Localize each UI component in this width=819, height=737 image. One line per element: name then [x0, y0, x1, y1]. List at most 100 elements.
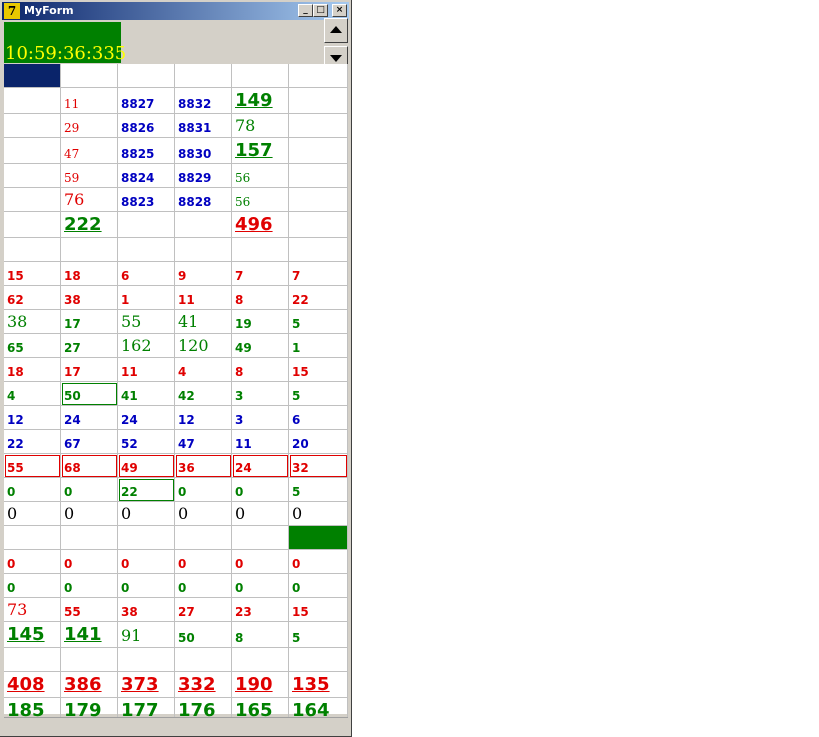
grid-cell[interactable]: [118, 526, 175, 550]
grid-cell[interactable]: 9: [175, 262, 232, 286]
grid-cell[interactable]: 27: [61, 334, 118, 358]
grid-cell[interactable]: 5: [289, 382, 348, 406]
grid-cell[interactable]: 11: [175, 286, 232, 310]
grid-cell[interactable]: [175, 64, 232, 88]
grid-cell[interactable]: 8: [232, 358, 289, 382]
grid-cell[interactable]: 24: [61, 406, 118, 430]
grid-cell[interactable]: 149: [232, 88, 289, 114]
grid-cell[interactable]: [175, 238, 232, 262]
grid-cell[interactable]: 91: [118, 622, 175, 648]
grid-cell[interactable]: 78: [232, 114, 289, 138]
grid-cell[interactable]: 12: [175, 406, 232, 430]
grid-cell[interactable]: 6: [118, 262, 175, 286]
grid-cell[interactable]: [175, 526, 232, 550]
grid-cell[interactable]: 18: [4, 358, 61, 382]
grid-cell[interactable]: 1: [118, 286, 175, 310]
close-button[interactable]: ×: [332, 4, 347, 17]
grid-cell[interactable]: [118, 648, 175, 672]
maximize-button[interactable]: □: [313, 4, 328, 17]
grid-cell[interactable]: 8827: [118, 88, 175, 114]
grid-cell[interactable]: [289, 138, 348, 164]
grid-cell[interactable]: 55: [61, 598, 118, 622]
grid-cell[interactable]: [289, 164, 348, 188]
grid-cell[interactable]: 332: [175, 672, 232, 698]
grid-cell[interactable]: 0: [232, 502, 289, 526]
grid-cell[interactable]: 0: [175, 550, 232, 574]
grid-cell[interactable]: [4, 212, 61, 238]
grid-cell[interactable]: [289, 212, 348, 238]
grid-cell[interactable]: 55: [4, 454, 61, 478]
grid-cell[interactable]: 12: [4, 406, 61, 430]
grid-cell[interactable]: 496: [232, 212, 289, 238]
grid-cell[interactable]: 67: [61, 430, 118, 454]
grid-cell[interactable]: 0: [4, 478, 61, 502]
grid-cell[interactable]: 0: [232, 574, 289, 598]
grid-cell[interactable]: 23: [232, 598, 289, 622]
grid-cell[interactable]: 36: [175, 454, 232, 478]
grid-cell[interactable]: [289, 648, 348, 672]
grid-cell[interactable]: 47: [175, 430, 232, 454]
grid-cell[interactable]: [232, 526, 289, 550]
grid-cell[interactable]: 1: [289, 334, 348, 358]
grid-cell[interactable]: [61, 64, 118, 88]
data-grid[interactable]: 11 8827 8832 149 29 8826 8831 78 47 8825 8830 157 59…: [4, 64, 348, 724]
grid-cell[interactable]: [4, 114, 61, 138]
grid-cell[interactable]: 68: [61, 454, 118, 478]
grid-cell[interactable]: [118, 212, 175, 238]
grid-cell[interactable]: 8823: [118, 188, 175, 212]
grid-cell[interactable]: 0: [61, 478, 118, 502]
grid-cell[interactable]: [175, 212, 232, 238]
grid-cell[interactable]: 65: [4, 334, 61, 358]
grid-cell[interactable]: 408: [4, 672, 61, 698]
grid-cell[interactable]: [4, 238, 61, 262]
grid-cell[interactable]: 50: [61, 382, 118, 406]
grid-cell[interactable]: 4: [4, 382, 61, 406]
grid-cell[interactable]: 8830: [175, 138, 232, 164]
grid-cell[interactable]: 41: [118, 382, 175, 406]
grid-cell[interactable]: [4, 64, 61, 88]
grid-cell[interactable]: [289, 238, 348, 262]
grid-cell[interactable]: [61, 648, 118, 672]
grid-cell[interactable]: [232, 238, 289, 262]
grid-cell[interactable]: 0: [4, 502, 61, 526]
grid-cell[interactable]: 56: [232, 188, 289, 212]
grid-cell[interactable]: 373: [118, 672, 175, 698]
grid-cell[interactable]: 135: [289, 672, 348, 698]
grid-cell[interactable]: [289, 114, 348, 138]
grid-cell[interactable]: [61, 526, 118, 550]
grid-cell[interactable]: 11: [61, 88, 118, 114]
grid-cell[interactable]: 0: [61, 502, 118, 526]
grid-cell[interactable]: 162: [118, 334, 175, 358]
grid-cell[interactable]: 0: [289, 550, 348, 574]
grid-cell[interactable]: 5: [289, 478, 348, 502]
grid-cell[interactable]: 5: [289, 622, 348, 648]
grid-cell[interactable]: 8: [232, 286, 289, 310]
grid-cell[interactable]: 6: [289, 406, 348, 430]
grid-cell[interactable]: [4, 88, 61, 114]
grid-cell[interactable]: 19: [232, 310, 289, 334]
grid-cell[interactable]: 222: [61, 212, 118, 238]
grid-cell[interactable]: [4, 526, 61, 550]
grid-cell[interactable]: 0: [175, 574, 232, 598]
grid-cell[interactable]: [4, 648, 61, 672]
grid-cell[interactable]: 11: [232, 430, 289, 454]
grid-cell[interactable]: 76: [61, 188, 118, 212]
grid-cell[interactable]: [118, 64, 175, 88]
grid-cell[interactable]: 18: [61, 262, 118, 286]
grid-cell[interactable]: 8829: [175, 164, 232, 188]
grid-cell[interactable]: 0: [118, 550, 175, 574]
grid-cell[interactable]: 24: [232, 454, 289, 478]
grid-cell[interactable]: 29: [61, 114, 118, 138]
grid-cell[interactable]: [4, 188, 61, 212]
grid-cell[interactable]: 11: [118, 358, 175, 382]
grid-cell[interactable]: 8826: [118, 114, 175, 138]
minimize-button[interactable]: _: [298, 4, 313, 17]
grid-cell[interactable]: 120: [175, 334, 232, 358]
grid-cell[interactable]: 20: [289, 430, 348, 454]
grid-cell[interactable]: 0: [61, 574, 118, 598]
grid-cell[interactable]: 17: [61, 358, 118, 382]
grid-cell[interactable]: 52: [118, 430, 175, 454]
grid-cell[interactable]: 0: [232, 550, 289, 574]
grid-cell[interactable]: 59: [61, 164, 118, 188]
grid-cell[interactable]: 0: [289, 502, 348, 526]
